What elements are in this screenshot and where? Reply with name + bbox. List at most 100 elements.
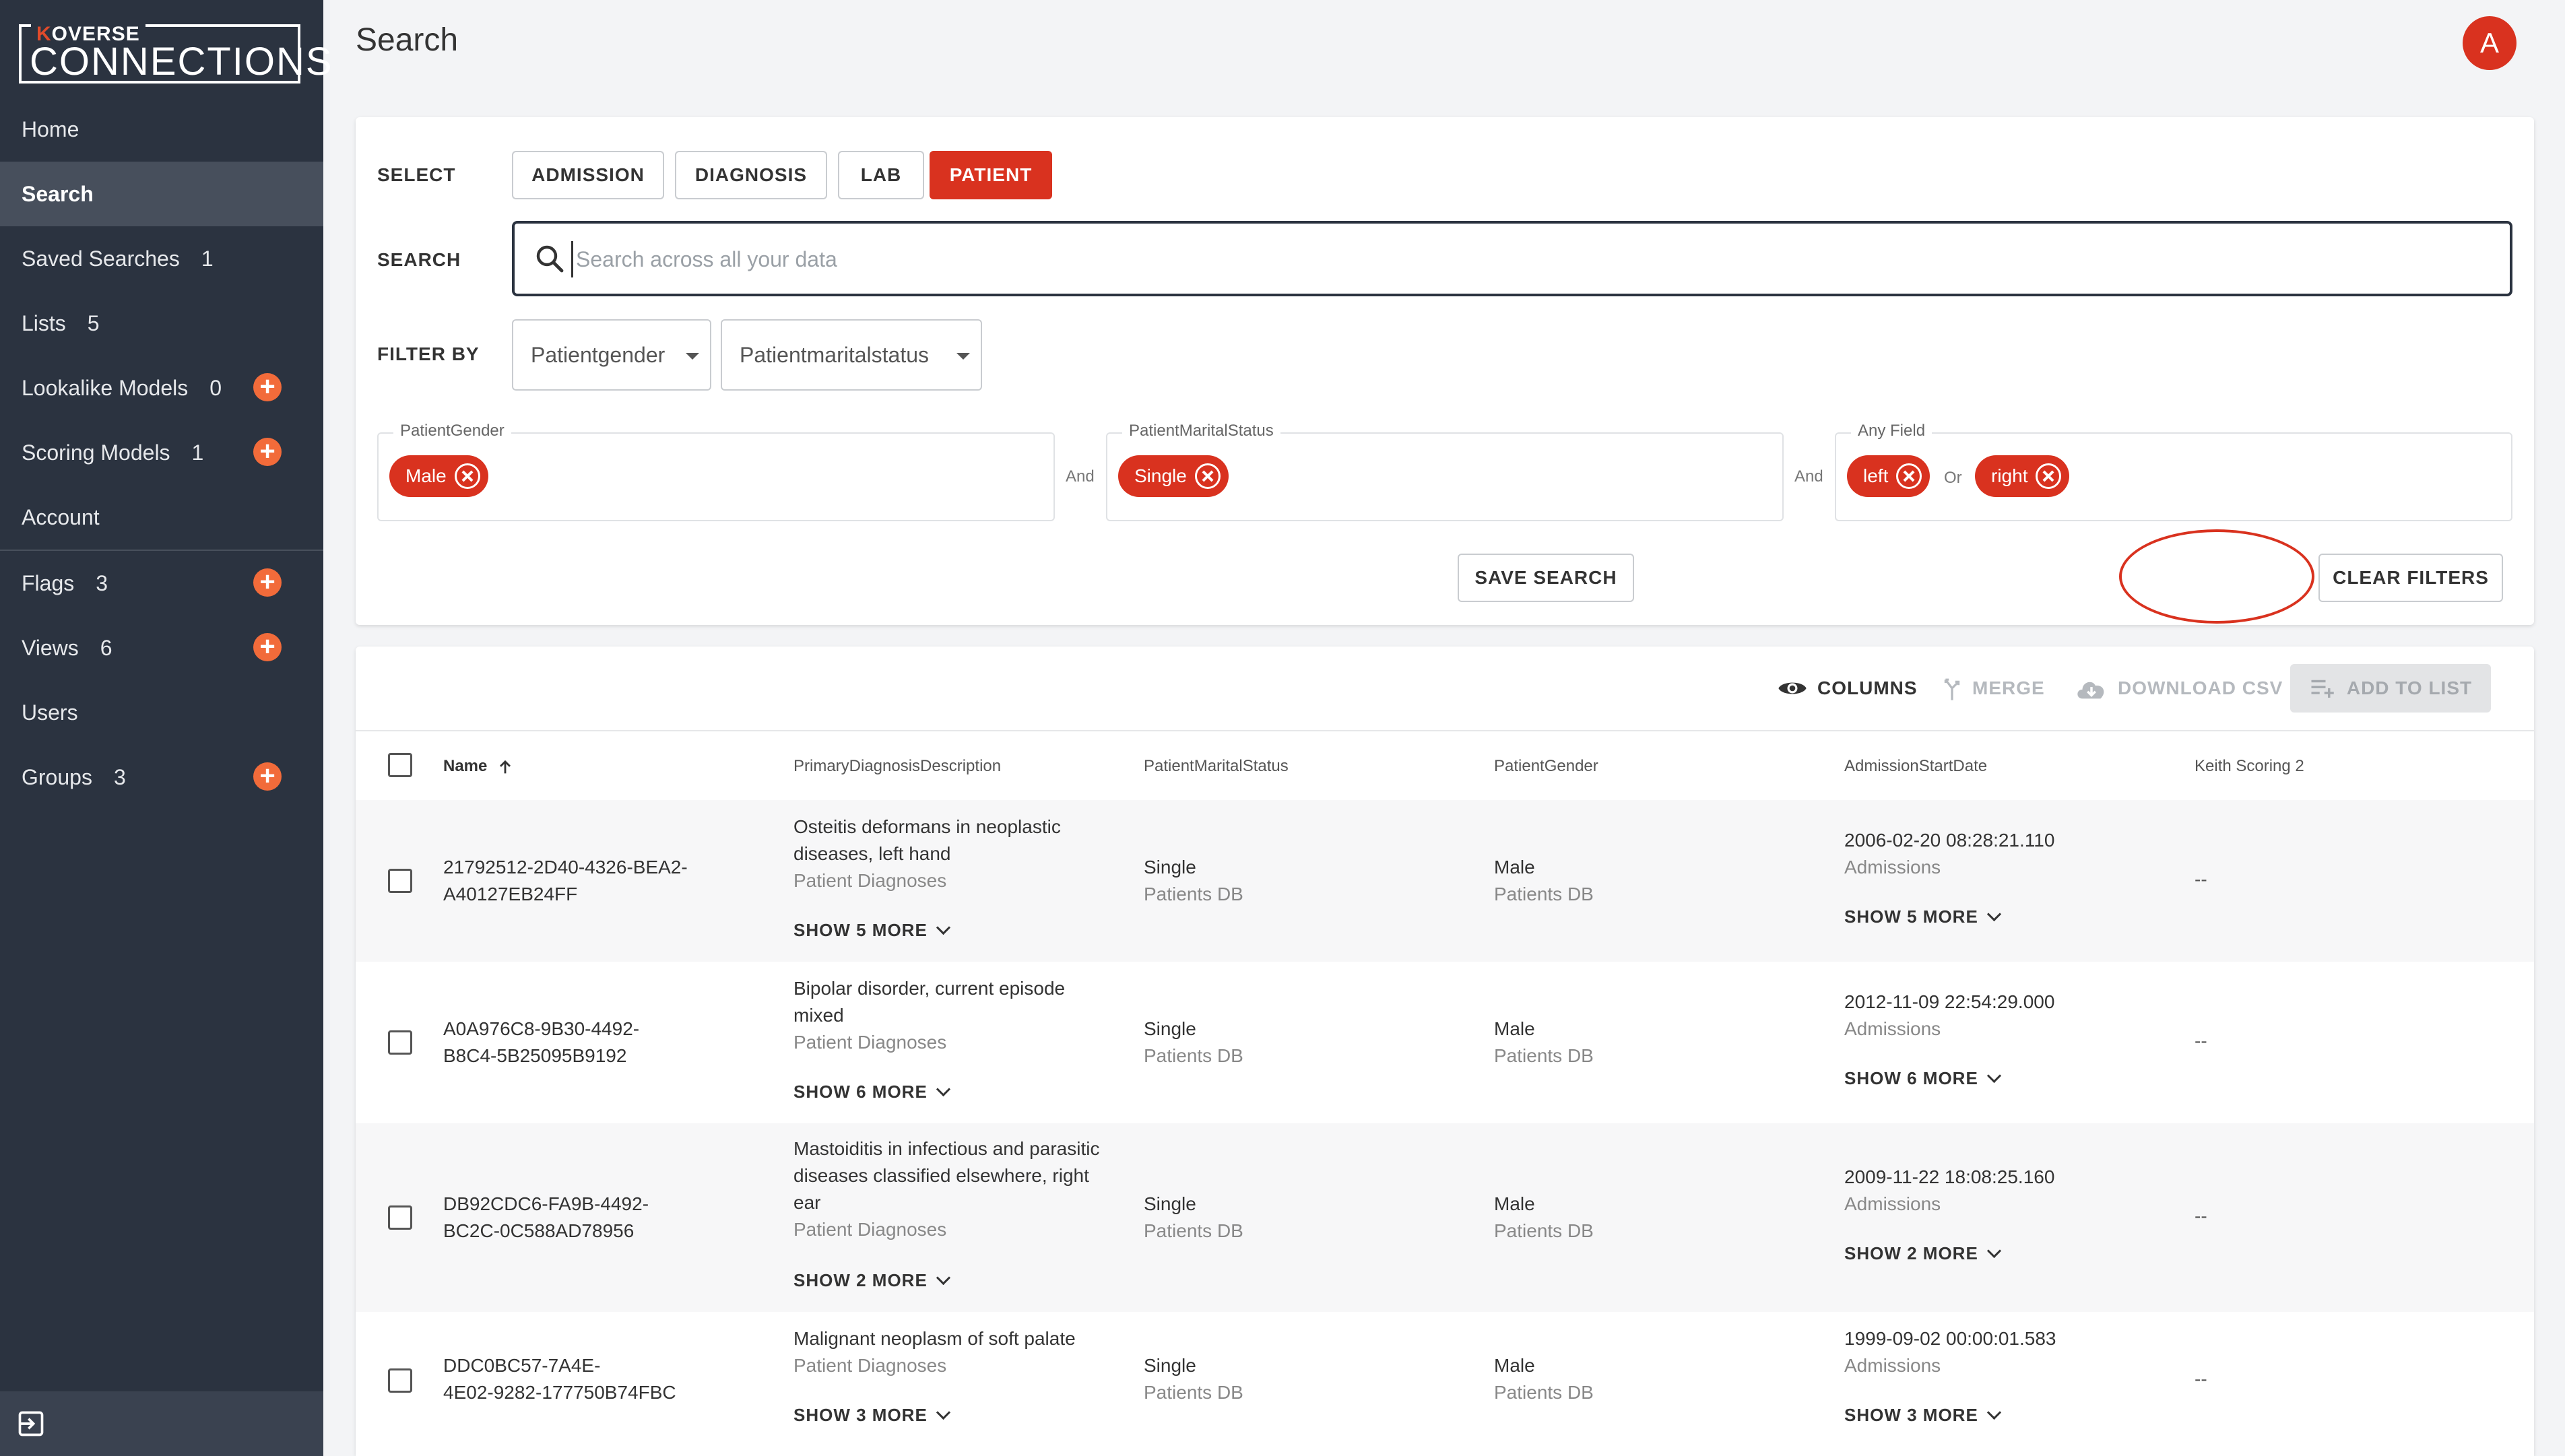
count-badge: 1 xyxy=(191,440,204,465)
sidebar-item-lookalike-models[interactable]: Lookalike Models 0 + xyxy=(0,356,323,420)
sidebar-item-views[interactable]: Views 6 + xyxy=(0,616,323,680)
row-checkbox[interactable] xyxy=(388,1205,412,1230)
type-button-diagnosis[interactable]: DIAGNOSIS xyxy=(675,151,827,199)
chevron-down-icon xyxy=(936,920,950,935)
add-group-icon[interactable]: + xyxy=(253,762,282,791)
filter-chip-male: Male xyxy=(389,455,488,497)
eye-icon xyxy=(1778,682,1807,694)
sidebar-item-lists[interactable]: Lists 5 xyxy=(0,291,323,356)
download-csv-button[interactable]: DOWNLOAD CSV xyxy=(2075,673,2283,703)
chevron-down-icon xyxy=(936,1082,950,1097)
add-flag-icon[interactable]: + xyxy=(253,568,282,597)
sidebar-item-home[interactable]: Home xyxy=(0,97,323,162)
chevron-down-icon xyxy=(686,353,699,360)
user-avatar[interactable]: A xyxy=(2463,16,2517,70)
admission-date-cell: 2012-11-09 22:54:29.000 Admissions xyxy=(1844,991,2055,1039)
select-label: SELECT xyxy=(377,164,456,185)
search-icon xyxy=(536,245,564,273)
row-checkbox[interactable] xyxy=(388,1030,412,1055)
column-header-gender[interactable]: PatientGender xyxy=(1494,757,1598,776)
marital-status-cell: Single Patients DB xyxy=(1144,1355,1243,1403)
clear-filters-button[interactable]: CLEAR FILTERS xyxy=(2318,554,2503,602)
sidebar-item-saved-searches[interactable]: Saved Searches 1 xyxy=(0,226,323,291)
show-more-button[interactable]: SHOW 6 MORE xyxy=(793,1082,950,1102)
column-header-marital-status[interactable]: PatientMaritalStatus xyxy=(1144,757,1289,776)
remove-chip-icon[interactable] xyxy=(1194,463,1221,489)
column-header-primary-diagnosis[interactable]: PrimaryDiagnosisDescription xyxy=(793,757,1001,776)
column-header-keith-scoring[interactable]: Keith Scoring 2 xyxy=(2195,757,2304,776)
sidebar-item-scoring-models[interactable]: Scoring Models 1 + xyxy=(0,420,323,485)
type-button-lab[interactable]: LAB xyxy=(838,151,924,199)
add-view-icon[interactable]: + xyxy=(253,633,282,661)
sidebar-item-flags[interactable]: Flags 3 + xyxy=(0,551,323,616)
chevron-down-icon xyxy=(956,353,970,360)
patient-name: 21792512-2D40-4326-BEA2- A40127EB24FF xyxy=(443,857,688,904)
show-more-button[interactable]: SHOW 5 MORE xyxy=(793,920,950,941)
show-more-button[interactable]: SHOW 3 MORE xyxy=(1844,1405,2001,1426)
score-cell: -- xyxy=(2195,869,2207,890)
search-box[interactable] xyxy=(512,221,2512,296)
merge-button[interactable]: MERGE xyxy=(1941,673,2045,703)
sidebar-item-search[interactable]: Search xyxy=(0,162,323,226)
marital-status-cell: Single Patients DB xyxy=(1144,1018,1243,1066)
patient-name: A0A976C8-9B30-4492- B8C4-5B25095B9192 xyxy=(443,1018,640,1066)
page-title: Search xyxy=(356,22,459,58)
sidebar-item-users[interactable]: Users xyxy=(0,680,323,745)
chevron-down-icon xyxy=(936,1405,950,1420)
admission-date-cell: 1999-09-02 00:00:01.583 Admissions xyxy=(1844,1328,2056,1376)
show-more-button[interactable]: SHOW 5 MORE xyxy=(1844,906,2001,927)
playlist-add-icon xyxy=(2311,680,2334,698)
score-cell: -- xyxy=(2195,1368,2207,1389)
admission-date-cell: 2009-11-22 18:08:25.160 Admissions xyxy=(1844,1166,2055,1214)
table-row[interactable]: DB92CDC6-FA9B-4492- BC2C-0C588AD78956 Mas… xyxy=(356,1123,2534,1312)
row-checkbox[interactable] xyxy=(388,1368,412,1393)
table-row[interactable]: 21792512-2D40-4326-BEA2- A40127EB24FF Ost… xyxy=(356,800,2534,962)
show-more-button[interactable]: SHOW 3 MORE xyxy=(793,1405,950,1426)
app-logo[interactable]: KOVERSE CONNECTIONS xyxy=(19,23,332,84)
sidebar-item-account[interactable]: Account xyxy=(0,485,323,550)
chevron-down-icon xyxy=(1986,1405,2001,1420)
type-button-patient[interactable]: PATIENT xyxy=(930,151,1052,199)
diagnosis-cell: Osteitis deformans in neoplastic diseases… xyxy=(793,816,1061,891)
columns-button[interactable]: COLUMNS xyxy=(1777,673,1918,703)
sidebar-item-groups[interactable]: Groups 3 + xyxy=(0,745,323,809)
chevron-down-icon xyxy=(936,1270,950,1286)
type-button-admission[interactable]: ADMISSION xyxy=(512,151,664,199)
select-all-checkbox[interactable] xyxy=(388,753,412,777)
filter-select-patientgender[interactable]: Patientgender xyxy=(512,319,711,391)
logout-icon[interactable] xyxy=(16,1409,46,1438)
save-search-button[interactable]: SAVE SEARCH xyxy=(1458,554,1634,602)
row-checkbox[interactable] xyxy=(388,869,412,893)
admission-date-cell: 2006-02-20 08:28:21.110 Admissions xyxy=(1844,830,2055,878)
count-badge: 6 xyxy=(100,635,112,660)
table-row[interactable]: DDC0BC57-7A4E- 4E02-9282-177750B74FBC Mal… xyxy=(356,1312,2534,1456)
filter-group-label: PatientMaritalStatus xyxy=(1122,422,1280,440)
count-badge: 0 xyxy=(209,375,222,400)
show-more-button[interactable]: SHOW 2 MORE xyxy=(1844,1243,2001,1264)
filter-group-patientmaritalstatus: PatientMaritalStatus Single xyxy=(1106,422,1784,521)
table-header: Name PrimaryDiagnosisDescription Patient… xyxy=(356,730,2534,800)
add-scoring-model-icon[interactable]: + xyxy=(253,438,282,466)
add-to-list-button[interactable]: ADD TO LIST xyxy=(2290,664,2491,713)
remove-chip-icon[interactable] xyxy=(454,463,480,489)
logout-bar xyxy=(0,1391,323,1456)
patient-name: DB92CDC6-FA9B-4492- BC2C-0C588AD78956 xyxy=(443,1193,649,1241)
remove-chip-icon[interactable] xyxy=(1896,463,1922,489)
search-input[interactable] xyxy=(571,241,2463,277)
filter-group-label: Any Field xyxy=(1851,422,1933,440)
remove-chip-icon[interactable] xyxy=(2036,463,2062,489)
and-connector: And xyxy=(1066,467,1095,486)
add-lookalike-model-icon[interactable]: + xyxy=(253,373,282,401)
gender-cell: Male Patients DB xyxy=(1494,1018,1594,1066)
and-connector: And xyxy=(1794,467,1823,486)
filter-select-patientmaritalstatus[interactable]: Patientmaritalstatus xyxy=(721,319,982,391)
column-header-name[interactable]: Name xyxy=(443,757,515,776)
filter-by-label: FILTER BY xyxy=(377,343,480,364)
column-header-admission-start-date[interactable]: AdmissionStartDate xyxy=(1844,757,1987,776)
marital-status-cell: Single Patients DB xyxy=(1144,857,1243,904)
table-row[interactable]: A0A976C8-9B30-4492- B8C4-5B25095B9192 Bip… xyxy=(356,962,2534,1123)
results-table: COLUMNS MERGE DOWNLOAD CSV ADD TO LIST N… xyxy=(356,647,2534,1456)
show-more-button[interactable]: SHOW 2 MORE xyxy=(793,1270,950,1291)
chevron-down-icon xyxy=(1986,1243,2001,1259)
show-more-button[interactable]: SHOW 6 MORE xyxy=(1844,1068,2001,1089)
